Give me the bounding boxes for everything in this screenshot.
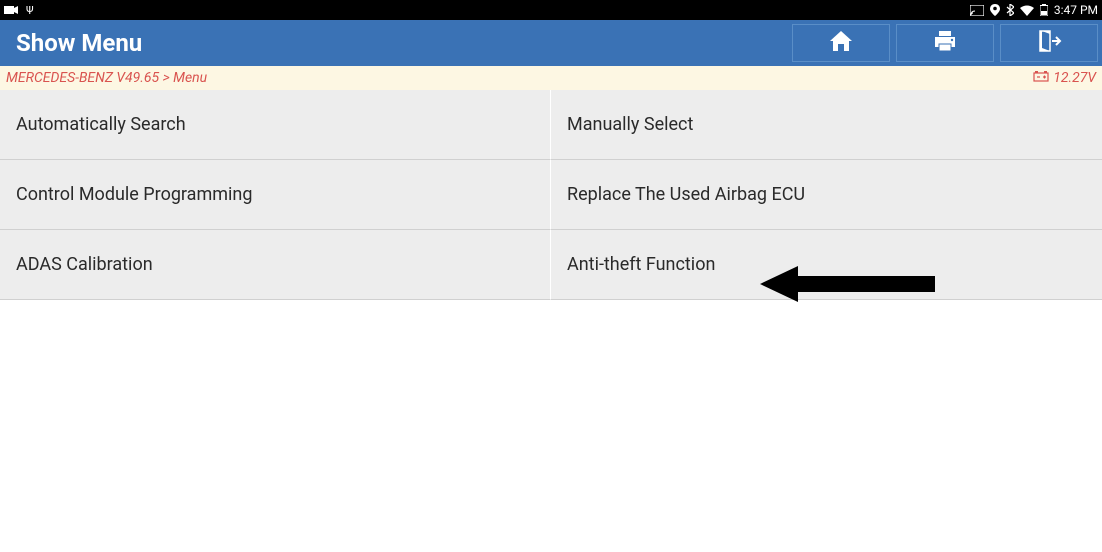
status-left: Ψ (4, 4, 38, 16)
svg-text:Ψ: Ψ (26, 4, 34, 16)
home-icon (828, 29, 854, 57)
status-bar: Ψ 3:47 PM (0, 0, 1102, 20)
header-buttons (792, 24, 1102, 62)
breadcrumb: MERCEDES-BENZ V49.65 > Menu (6, 70, 207, 86)
battery-car-icon (1033, 70, 1049, 86)
print-icon (932, 29, 958, 57)
psi-icon: Ψ (26, 4, 38, 16)
page-title: Show Menu (16, 29, 142, 57)
menu-item-auto-search[interactable]: Automatically Search (0, 90, 551, 160)
menu-item-label: Anti-theft Function (567, 254, 715, 275)
home-button[interactable] (792, 24, 890, 62)
print-button[interactable] (896, 24, 994, 62)
menu-item-replace-airbag[interactable]: Replace The Used Airbag ECU (551, 160, 1102, 230)
location-icon (990, 4, 1000, 16)
wifi-icon (1020, 5, 1034, 16)
voltage-indicator: 12.27V (1033, 70, 1096, 86)
menu-item-label: Manually Select (567, 114, 693, 135)
menu-grid: Automatically Search Manually Select Con… (0, 90, 1102, 300)
menu-item-adas[interactable]: ADAS Calibration (0, 230, 551, 300)
app-header: Show Menu (0, 20, 1102, 66)
cast-icon (970, 5, 984, 16)
menu-item-label: Control Module Programming (16, 184, 252, 205)
status-right: 3:47 PM (970, 3, 1098, 17)
exit-icon (1036, 29, 1062, 57)
breadcrumb-bar: MERCEDES-BENZ V49.65 > Menu 12.27V (0, 66, 1102, 90)
camera-icon (4, 5, 18, 15)
menu-item-label: Replace The Used Airbag ECU (567, 184, 805, 205)
bluetooth-icon (1006, 4, 1014, 16)
menu-item-control-module[interactable]: Control Module Programming (0, 160, 551, 230)
battery-icon (1040, 4, 1048, 16)
menu-item-label: Automatically Search (16, 114, 186, 135)
exit-button[interactable] (1000, 24, 1098, 62)
menu-item-label: ADAS Calibration (16, 254, 153, 275)
status-time: 3:47 PM (1054, 3, 1098, 17)
voltage-value: 12.27V (1053, 70, 1096, 86)
menu-item-manual-select[interactable]: Manually Select (551, 90, 1102, 160)
menu-item-anti-theft[interactable]: Anti-theft Function (551, 230, 1102, 300)
